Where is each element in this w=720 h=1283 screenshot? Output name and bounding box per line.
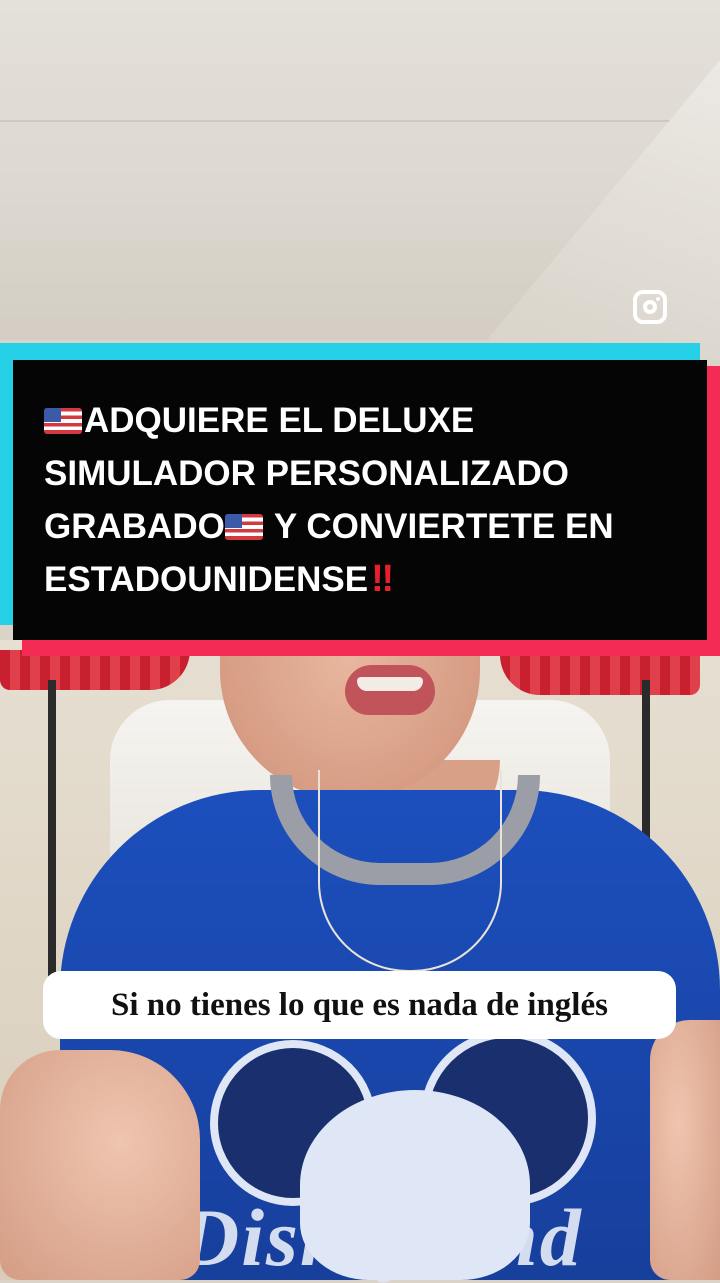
- title-banner: ADQUIERE EL DELUXE SIMULADOR PERSONALIZA…: [13, 360, 707, 640]
- instagram-icon[interactable]: [633, 290, 667, 324]
- curtain-right: [500, 650, 700, 695]
- banner-line-2: SIMULADOR PERSONALIZADO: [44, 454, 569, 493]
- curtain-left: [0, 650, 190, 690]
- hand-right: [650, 1020, 720, 1280]
- banner-line-3: GRABADO Y CONVIERTETE EN: [44, 500, 683, 553]
- banner-text-5: ESTADOUNIDENSE: [44, 560, 369, 599]
- person-mouth: [345, 665, 435, 715]
- necklace: [318, 770, 502, 972]
- shirt-print-text: Disneyland: [180, 1192, 583, 1283]
- pole-left: [48, 680, 56, 980]
- ceiling-edge: [0, 120, 720, 122]
- banner-text-1: ADQUIERE EL DELUXE: [84, 401, 475, 440]
- double-exclamation-icon: ‼: [371, 558, 394, 600]
- subtitle-caption: Si no tienes lo que es nada de inglés: [43, 971, 676, 1039]
- us-flag-icon: [224, 514, 263, 540]
- banner-line-4: ESTADOUNIDENSE‼: [44, 553, 683, 606]
- banner-text-3: GRABADO: [44, 507, 225, 546]
- hand-left: [0, 1050, 200, 1280]
- us-flag-icon: [44, 408, 82, 434]
- banner-line-1: ADQUIERE EL DELUXE: [44, 394, 683, 447]
- banner-text-4: Y CONVIERTETE EN: [264, 507, 614, 546]
